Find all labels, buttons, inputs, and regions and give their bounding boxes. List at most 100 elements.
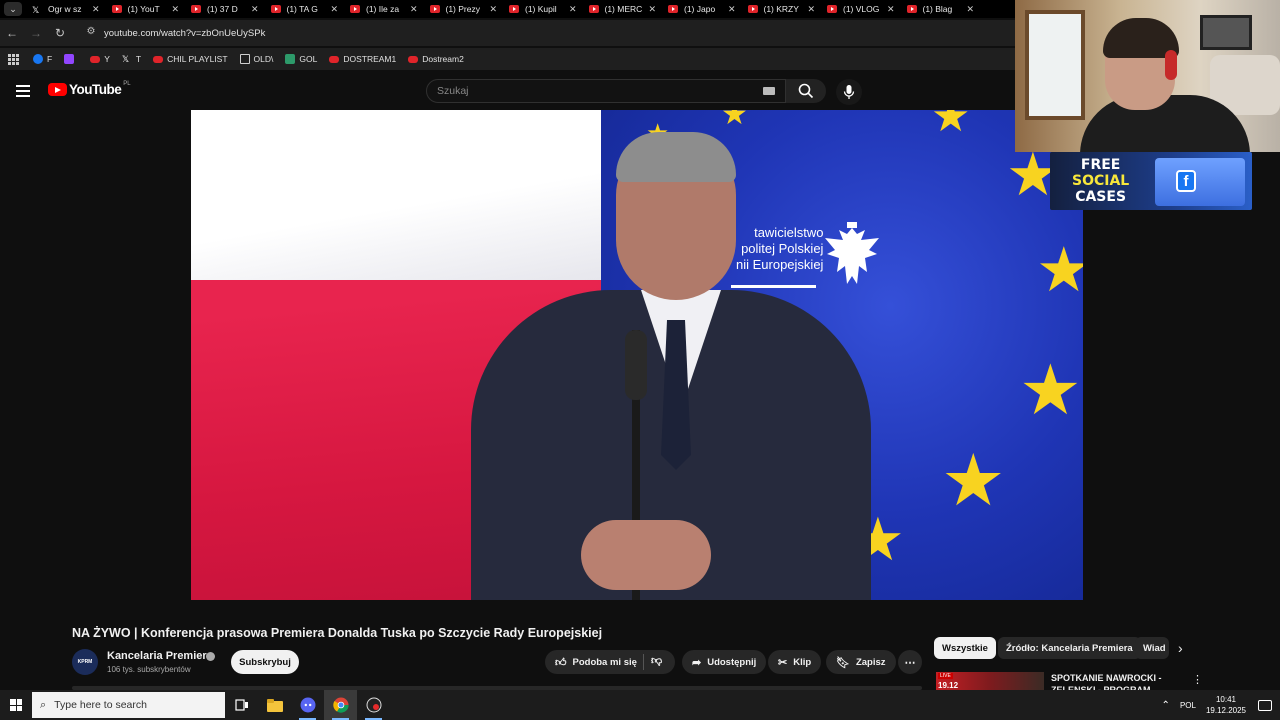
youtube-play-icon — [48, 83, 67, 96]
video-player[interactable]: ★ ★ ★ ★ ★ ★ ★ ★ tawicielstwo politej Pol… — [191, 110, 1083, 600]
youtube-icon — [668, 5, 678, 13]
windows-start-icon[interactable] — [0, 690, 32, 720]
bookmark-label: DOSTREAM1 — [343, 54, 397, 64]
close-icon[interactable]: ✕ — [807, 4, 815, 15]
task-view-icon[interactable] — [225, 690, 258, 720]
obs-icon[interactable] — [357, 690, 390, 720]
chip-news[interactable]: Wiad — [1135, 637, 1169, 659]
bookmark-item[interactable] — [64, 54, 78, 64]
forward-arrow-icon[interactable]: → — [24, 26, 48, 40]
chip-source[interactable]: Źródło: Kancelaria Premiera — [998, 637, 1141, 659]
browser-tab[interactable]: (1) Blag ✕ — [901, 0, 981, 18]
webcam-window — [1025, 10, 1085, 120]
search-input[interactable]: Szukaj — [426, 79, 786, 103]
tab-title: (1) Japo — [684, 4, 716, 14]
clip-button[interactable]: ✂ Klip — [768, 650, 822, 674]
youtube-logo-text: YouTube — [69, 82, 122, 97]
browser-tab[interactable]: (1) Ile za ✕ — [344, 0, 424, 18]
bookmark-item[interactable]: Y — [90, 54, 110, 64]
browser-tab[interactable]: (1) KRZY ✕ — [742, 0, 822, 18]
taskbar-search-input[interactable]: ⌕ Type here to search — [32, 692, 225, 718]
file-explorer-icon[interactable] — [258, 690, 291, 720]
bookmark-item[interactable]: GOL — [285, 54, 317, 64]
chip-all[interactable]: Wszystkie — [934, 637, 996, 659]
voice-search-button[interactable] — [836, 79, 862, 105]
bookmark-item[interactable]: 𝕏T — [122, 54, 141, 64]
promo-line-2: SOCIAL — [1072, 173, 1130, 189]
bookmark-item[interactable]: CHIL PLAYLIST — [153, 54, 228, 64]
browser-tab[interactable]: (1) YouT ✕ — [106, 0, 186, 18]
close-icon[interactable]: ✕ — [92, 4, 100, 15]
back-arrow-icon[interactable]: ← — [0, 26, 24, 40]
discord-icon[interactable] — [291, 690, 324, 720]
youtube-icon — [827, 5, 837, 13]
close-icon[interactable]: ✕ — [887, 4, 895, 15]
close-icon[interactable]: ✕ — [489, 4, 497, 15]
browser-tab[interactable]: (1) 37 D ✕ — [185, 0, 265, 18]
bookmark-item[interactable]: F — [33, 54, 52, 64]
chevron-right-icon[interactable]: › — [1178, 640, 1183, 656]
keyboard-icon[interactable] — [763, 87, 775, 95]
browser-tab[interactable]: (1) Japo ✕ — [662, 0, 742, 18]
browser-tab[interactable]: (1) Prezy ✕ — [424, 0, 504, 18]
close-icon[interactable]: ✕ — [648, 4, 656, 15]
apps-grid-icon[interactable] — [8, 53, 19, 65]
tab-title: (1) Prezy — [445, 4, 480, 14]
clock[interactable]: 10:41 19.12.2025 — [1206, 694, 1246, 716]
like-label: Podoba mi się — [572, 656, 637, 668]
bookmark-item[interactable]: DOSTREAM1 — [329, 54, 396, 64]
bookmark-label: GOL — [299, 54, 318, 64]
webcam-picture-frame — [1200, 15, 1252, 50]
recommended-title[interactable]: SPOTKANIE NAWROCKI - ZELENSKI - PROGRAM — [1051, 672, 1181, 692]
site-settings-icon[interactable]: ⚙ — [84, 26, 98, 40]
facebook-icon: f — [1176, 170, 1196, 192]
youtube-logo[interactable]: YouTube PL — [48, 81, 131, 97]
close-icon[interactable]: ✕ — [569, 4, 577, 15]
more-actions-button[interactable]: ⋯ — [898, 650, 922, 674]
free-social-cases-banner: f FREE SOCIAL CASES — [1050, 152, 1252, 210]
save-button[interactable]: 🔖︎ Zapisz — [826, 650, 896, 674]
close-icon[interactable]: ✕ — [251, 4, 259, 15]
close-icon[interactable]: ✕ — [410, 4, 418, 15]
reload-icon[interactable]: ↻ — [48, 26, 72, 40]
share-button[interactable]: ➦ Udostępnij — [682, 650, 767, 674]
url-text: youtube.com/watch?v=zbOnUeUySPk — [104, 27, 266, 39]
youtube-icon — [588, 5, 599, 13]
tab-strip: ⌄ 𝕏 Ogr w sz ✕ (1) YouT ✕ (1) 37 D ✕ (1) TA G ✕(… — [0, 0, 1015, 18]
youtube-icon — [153, 55, 164, 63]
streamer-webcam — [1015, 0, 1280, 152]
bookmarks-container: F Y 𝕏 T CHIL PLAYLIST OLD\ GOL DOSTREAM1 Dostrea… — [33, 54, 476, 64]
close-icon[interactable]: ✕ — [171, 4, 179, 15]
bookmark-item[interactable]: Dostream2 — [408, 54, 464, 64]
bookmarks-bar: F Y 𝕏 T CHIL PLAYLIST OLD\ GOL DOSTREAM1 Dostrea… — [0, 48, 1015, 70]
browser-tab[interactable]: (1) MERC ✕ — [583, 0, 663, 18]
channel-avatar[interactable]: KPRM — [72, 649, 98, 675]
language-indicator[interactable]: POL — [1180, 701, 1196, 710]
browser-tab[interactable]: (1) VLOG ✕ — [821, 0, 901, 18]
browser-tab[interactable]: (1) TA G ✕ — [265, 0, 345, 18]
like-button[interactable]: 👍︎ Podoba mi się 👎︎ — [545, 650, 675, 674]
thumbs-down-icon[interactable]: 👎︎ — [651, 654, 662, 667]
recommended-thumbnail[interactable]: LIVE 19.12 — [936, 672, 1044, 692]
close-icon[interactable]: ✕ — [728, 4, 736, 15]
tab-title: (1) TA G — [286, 4, 318, 14]
channel-name[interactable]: Kancelaria Premiera — [107, 650, 213, 662]
vertical-dots-icon[interactable]: ⋮ — [1192, 673, 1203, 686]
bookmark-item[interactable]: OLD\ — [239, 54, 273, 64]
representation-line-1: tawicielstwo — [754, 225, 824, 240]
search-button[interactable] — [786, 79, 826, 103]
url-field[interactable]: ⚙ youtube.com/watch?v=zbOnUeUySPk — [78, 22, 1011, 44]
subscribe-button[interactable]: Subskrybuj — [231, 650, 299, 674]
tab-search-button[interactable]: ⌄ — [0, 0, 26, 18]
browser-tab[interactable]: (1) Kupil ✕ — [503, 0, 583, 18]
youtube-icon — [429, 5, 440, 13]
chevron-up-icon[interactable]: ⌃ — [1162, 700, 1170, 711]
close-icon[interactable]: ✕ — [330, 4, 338, 15]
youtube-icon — [509, 5, 519, 13]
browser-tab[interactable]: 𝕏 Ogr w sz ✕ — [26, 0, 106, 18]
close-icon[interactable]: ✕ — [966, 4, 974, 15]
notification-icon[interactable] — [1258, 699, 1272, 711]
youtube-icon — [270, 5, 281, 13]
menu-hamburger-icon[interactable] — [16, 85, 30, 97]
chrome-icon[interactable] — [324, 690, 357, 720]
